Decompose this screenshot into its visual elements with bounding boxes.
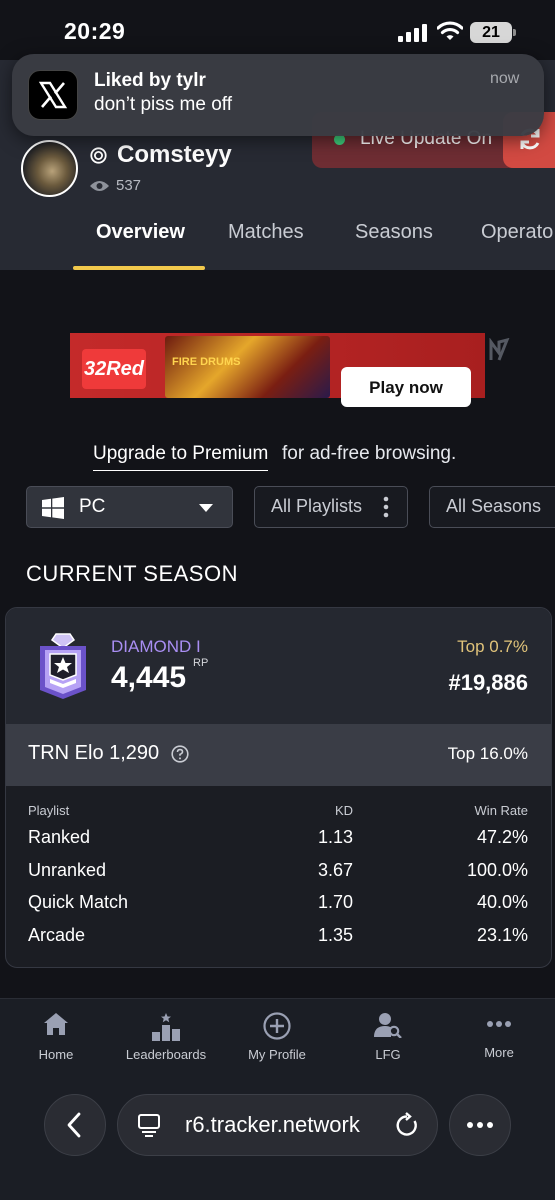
status-time: 20:29 [64, 18, 126, 44]
playlist-kd: 1.13 [317, 827, 353, 847]
rank-position: #19,886 [448, 670, 528, 695]
eye-icon [90, 181, 109, 191]
playlist-name: Unranked [28, 860, 107, 880]
more-horizontal-icon [467, 1122, 493, 1128]
tab-seasons[interactable]: Seasons [355, 221, 433, 244]
playlist-name: Ranked [28, 827, 91, 847]
chevron-down-icon [199, 504, 213, 512]
reload-icon[interactable] [395, 1112, 419, 1138]
nav-more-label: More [484, 1045, 514, 1060]
battery-tip [513, 29, 516, 36]
avatar[interactable] [21, 140, 78, 197]
rank-points: 4,445 [111, 661, 187, 694]
playlist-winrate: 40.0% [476, 892, 528, 912]
cellular-signal-icon [398, 24, 427, 42]
elo-label: TRN Elo 1,290 [28, 742, 160, 764]
more-dots-icon [487, 1021, 511, 1027]
ubisoft-icon [90, 147, 107, 164]
user-search-icon [374, 1013, 402, 1039]
platform-value: PC [79, 496, 106, 517]
playlist-value: All Playlists [271, 496, 363, 516]
notification-title: Liked by tylr [94, 70, 206, 91]
notification-body: don’t piss me off [94, 94, 233, 115]
playlist-kd: 1.35 [317, 925, 353, 945]
rp-label: RP [193, 657, 209, 669]
home-icon [44, 1013, 68, 1035]
view-count: 537 [116, 177, 142, 194]
nav-my-profile[interactable]: My Profile [227, 1012, 327, 1062]
url-text[interactable]: r6.tracker.network [185, 1112, 360, 1138]
help-icon[interactable] [171, 745, 189, 763]
tab-matches[interactable]: Matches [228, 221, 304, 244]
tab-overview[interactable]: Overview [96, 221, 185, 244]
active-tab-indicator [73, 266, 205, 270]
x-logo-icon [38, 81, 68, 109]
playlist-winrate: 23.1% [476, 925, 528, 945]
username: Comsteyy [117, 141, 232, 168]
ad-play-now-button[interactable]: Play now [341, 367, 471, 407]
tabs-icon[interactable] [137, 1113, 161, 1137]
battery-indicator: 21 [470, 22, 512, 43]
playlist-winrate: 100.0% [466, 860, 528, 880]
column-header-kd: KD [334, 803, 353, 818]
chevron-left-icon [67, 1112, 81, 1138]
ad-game-title: FIRE DRUMS [172, 356, 241, 368]
rank-name: DIAMOND I [111, 637, 201, 656]
kebab-menu-icon [383, 496, 389, 518]
playlist-kd: 1.70 [317, 892, 353, 912]
nav-home[interactable]: Home [6, 1012, 106, 1062]
diamond-rank-icon [40, 633, 86, 699]
nav-lfg[interactable]: LFG [338, 1012, 438, 1062]
nav-lfg-label: LFG [375, 1047, 401, 1062]
notification-banner[interactable] [12, 54, 544, 136]
nav-home-label: Home [38, 1047, 74, 1062]
playlist-winrate: 47.2% [476, 827, 528, 847]
column-header-playlist: Playlist [28, 803, 70, 818]
nav-my-profile-label: My Profile [248, 1047, 306, 1062]
playlist-kd: 3.67 [317, 860, 353, 880]
windows-icon [42, 497, 64, 519]
column-header-winrate: Win Rate [474, 803, 528, 818]
season-value: All Seasons [446, 496, 542, 516]
premium-text: for ad-free browsing. [282, 443, 457, 464]
nav-leaderboards-label: Leaderboards [125, 1047, 207, 1062]
playlist-name: Arcade [28, 925, 86, 945]
notification-time: now [490, 70, 520, 87]
rank-percentile: Top 0.7% [457, 637, 528, 656]
playlist-name: Quick Match [28, 892, 129, 912]
leaderboards-icon [152, 1013, 180, 1041]
elo-percentile: Top 16.0% [447, 744, 528, 763]
ad-brand-logo: 32Red [82, 349, 146, 389]
section-title: CURRENT SEASON [26, 561, 238, 586]
wifi-icon [437, 21, 463, 40]
upgrade-premium-link[interactable]: Upgrade to Premium [93, 443, 269, 471]
tab-operators[interactable]: Operato [481, 221, 553, 244]
ad-choices-icon[interactable] [488, 338, 510, 362]
nav-more[interactable]: More [449, 1012, 549, 1060]
add-circle-icon [263, 1012, 291, 1040]
nav-leaderboards[interactable]: Leaderboards [116, 1012, 216, 1062]
